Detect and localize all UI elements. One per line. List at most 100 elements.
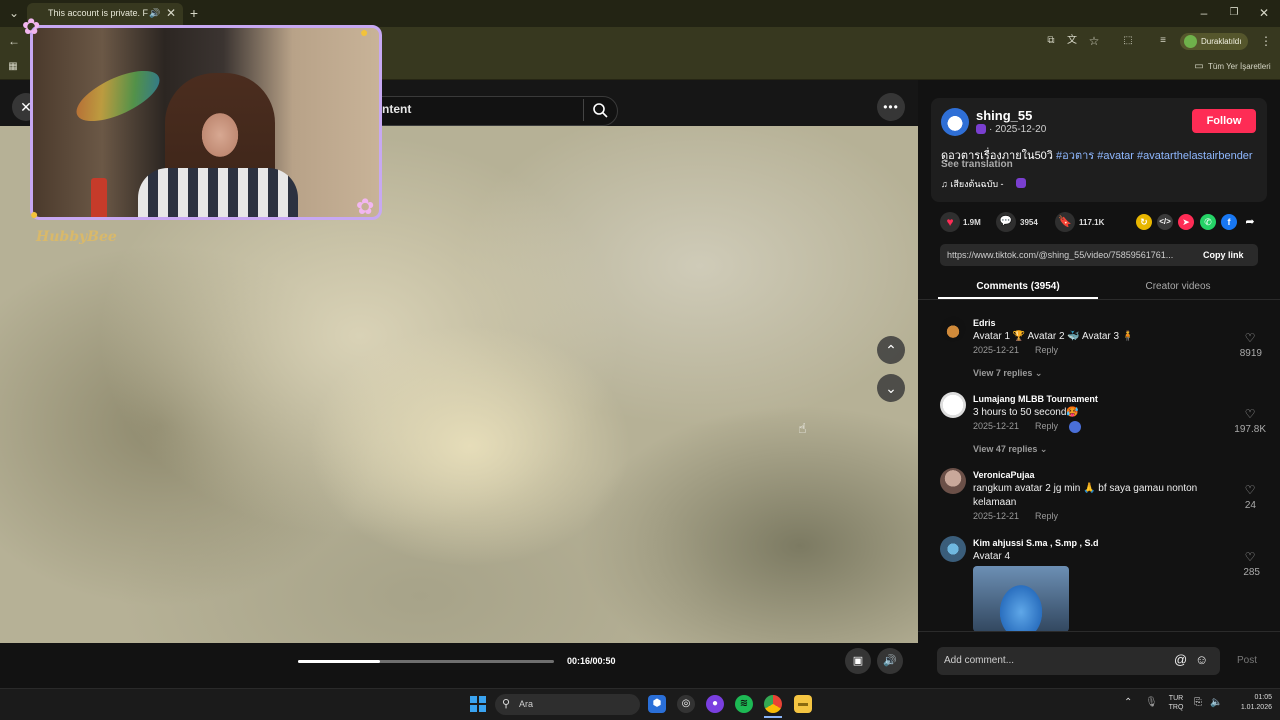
app-icon[interactable]: ◎	[677, 695, 695, 713]
avatar[interactable]	[940, 468, 966, 494]
media-controls-icon[interactable]: ≡	[1155, 33, 1171, 49]
tab-audio-icon[interactable]: 🔊	[147, 5, 163, 21]
playback-time: 00:16/00:50	[567, 656, 616, 666]
microphone-icon[interactable]: 🎙	[1145, 697, 1158, 708]
reply-button[interactable]: Reply	[1035, 511, 1058, 521]
comment-like-count: 24	[1244, 500, 1256, 511]
view-replies-label: View 47 replies	[973, 444, 1038, 454]
flower-decoration-icon: ✿	[356, 194, 375, 219]
comment-author[interactable]: Kim ahjussi S.ma , S.mp , S.d	[973, 538, 1099, 548]
taskbar-search[interactable]	[495, 694, 640, 715]
bee-icon: ●	[30, 206, 39, 222]
search-icon[interactable]	[592, 102, 608, 118]
start-tile	[470, 696, 477, 703]
copy-link-button[interactable]: Copy link	[1203, 250, 1244, 260]
facebook-icon[interactable]: f	[1221, 214, 1237, 230]
share-arrow-icon[interactable]: ➦	[1242, 214, 1258, 230]
hashtag[interactable]: #avatarthelastairbender	[1137, 150, 1253, 162]
comment-author[interactable]: Lumajang MLBB Tournament	[973, 394, 1098, 404]
show-hidden-icons-icon[interactable]: ⌃	[1124, 697, 1132, 708]
embed-code-icon[interactable]: </>	[1157, 214, 1173, 230]
minimize-icon[interactable]: –	[1196, 5, 1212, 21]
flower-decoration-icon: ✿	[22, 14, 41, 39]
emoji-icon[interactable]: ☺	[1195, 652, 1208, 667]
reply-button[interactable]: Reply	[1035, 345, 1058, 355]
apps-grid-icon[interactable]: ▦	[5, 59, 21, 75]
input-language[interactable]: TUR TRQ	[1168, 694, 1184, 712]
keyboard-layout: TRQ	[1168, 704, 1184, 711]
comment-date: 2025-12-21	[973, 345, 1020, 355]
send-to-friends-icon[interactable]: ➤	[1178, 214, 1194, 230]
back-icon[interactable]: ←	[6, 33, 22, 49]
whatsapp-icon[interactable]: ✆	[1200, 214, 1216, 230]
spotify-icon[interactable]: ≋	[735, 695, 753, 713]
comment-like-count: 285	[1243, 567, 1260, 578]
avatar[interactable]	[940, 536, 966, 562]
view-replies-link[interactable]: View 47 replies ⌄	[973, 444, 1047, 455]
comment-like-count: 197.8K	[1234, 424, 1266, 435]
file-explorer-icon[interactable]: ▬	[794, 695, 812, 713]
see-translation-link[interactable]: See translation	[941, 159, 1013, 170]
creator-liked-avatar-icon	[1069, 421, 1081, 433]
tab-close-icon[interactable]: ✕	[163, 5, 179, 21]
tab-comments[interactable]: Comments (3954)	[938, 281, 1098, 292]
all-bookmarks-link[interactable]: Tüm Yer İşaretleri	[1208, 62, 1271, 71]
speaker-icon[interactable]: 🔈	[1210, 697, 1222, 708]
obs-icon[interactable]: ●	[706, 695, 724, 713]
hashtag[interactable]: #อวตาร	[1056, 150, 1094, 162]
next-video-icon[interactable]: ⌄	[877, 374, 905, 402]
more-options-icon[interactable]: •••	[877, 93, 905, 121]
window-close-icon[interactable]: ✕	[1256, 5, 1272, 21]
app-icon[interactable]: ⬢	[648, 695, 666, 713]
comment-like-heart-icon[interactable]: ♡	[1243, 550, 1257, 564]
share-link-url[interactable]: https://www.tiktok.com/@shing_55/video/7…	[947, 250, 1192, 260]
install-app-icon[interactable]: ⧉	[1043, 33, 1059, 49]
chrome-icon[interactable]	[764, 695, 782, 713]
avatar[interactable]	[940, 316, 966, 342]
clock[interactable]: 01:05 1.01.2026	[1232, 693, 1272, 713]
post-comment-button[interactable]: Post	[1237, 655, 1257, 666]
comment-author[interactable]: Edris	[973, 318, 996, 328]
new-tab-icon[interactable]: +	[186, 5, 202, 21]
windows-start-icon[interactable]	[470, 696, 486, 712]
comment-image[interactable]	[973, 566, 1069, 632]
like-heart-icon[interactable]: ♥	[940, 212, 960, 232]
reply-button[interactable]: Reply	[1035, 421, 1058, 431]
save-count: 117.1K	[1079, 218, 1105, 227]
network-icon[interactable]: ⎘	[1194, 697, 1202, 708]
follow-button[interactable]: Follow	[1192, 109, 1256, 133]
comment-bubble-icon[interactable]: 💬	[996, 212, 1016, 232]
volume-icon[interactable]: 🔊	[877, 648, 903, 674]
author-emoji-icon	[976, 124, 986, 134]
avatar[interactable]	[940, 392, 966, 418]
comment-like-heart-icon[interactable]: ♡	[1243, 407, 1257, 421]
previous-video-icon[interactable]: ⌃	[877, 336, 905, 364]
comment-like-heart-icon[interactable]: ♡	[1243, 483, 1257, 497]
tab-search-chevron-icon[interactable]: ⌄	[6, 5, 22, 21]
view-replies-link[interactable]: View 7 replies ⌄	[973, 368, 1042, 379]
bookmark-star-icon[interactable]: ☆	[1086, 33, 1102, 49]
comment-like-heart-icon[interactable]: ♡	[1243, 331, 1257, 345]
maximize-icon[interactable]: ❐	[1226, 5, 1242, 21]
pip-icon[interactable]: ▣	[845, 648, 871, 674]
hashtag[interactable]: #avatar	[1097, 150, 1134, 162]
start-tile	[470, 705, 477, 712]
comment-text: 3 hours to 50 second🥵	[973, 407, 1079, 418]
mention-icon[interactable]: @	[1174, 652, 1187, 667]
view-replies-label: View 7 replies	[973, 368, 1033, 378]
tab-title: This account is private. Follow	[48, 8, 148, 18]
author-avatar[interactable]	[941, 108, 969, 136]
browser-menu-icon[interactable]: ⋮	[1258, 33, 1274, 49]
author-username[interactable]: shing_55	[976, 108, 1032, 123]
start-tile	[479, 696, 486, 703]
music-link[interactable]: ♫ เสียงต้นฉบับ -	[941, 177, 1004, 191]
taskbar	[0, 688, 1280, 720]
video-controls	[0, 643, 918, 688]
repost-icon[interactable]: ↻	[1136, 214, 1152, 230]
search-placeholder: ntent	[382, 102, 412, 116]
translate-icon[interactable]: 文	[1064, 33, 1080, 49]
tab-creator-videos[interactable]: Creator videos	[1098, 281, 1258, 292]
comment-author[interactable]: VeronicaPujaa	[973, 470, 1035, 480]
extensions-icon[interactable]: ⬚	[1120, 33, 1136, 49]
bookmark-icon[interactable]: 🔖	[1055, 212, 1075, 232]
